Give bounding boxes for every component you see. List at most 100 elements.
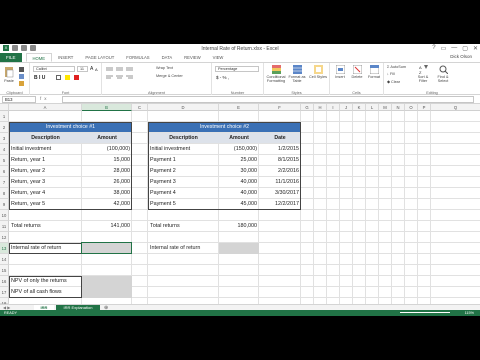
font-size-select[interactable]: 11 [77,66,88,72]
row-header[interactable]: 11 [0,221,9,232]
ribbon-display-icon[interactable]: ▭ [441,45,447,52]
table1-amount-cell[interactable]: 26,000 [82,177,132,187]
table1-description-cell[interactable]: Return, year 5 [9,199,82,209]
table1-description-cell[interactable]: Return, year 4 [9,188,82,198]
table2-amount-cell[interactable]: 25,000 [219,155,259,165]
copy-icon[interactable] [19,74,24,79]
number-format-select[interactable]: Percentage [215,66,259,72]
table1-amount-cell[interactable]: (100,000) [82,144,132,154]
alignment-buttons-icon[interactable] [106,67,146,83]
row-header[interactable]: 2 [0,122,9,133]
minimize-icon[interactable]: — [451,45,457,52]
row-header[interactable]: 4 [0,144,9,155]
table1-description-cell[interactable]: Return, year 2 [9,166,82,176]
column-header[interactable]: I [327,104,340,111]
format-cells-button[interactable]: Format [366,65,382,79]
table2-description-cell[interactable]: Payment 1 [148,155,219,165]
table2-amount-cell[interactable]: 40,000 [219,188,259,198]
zoom-level[interactable]: 115% [465,310,474,316]
row-header[interactable]: 3 [0,133,9,144]
column-header[interactable]: A [9,104,82,111]
table1-amount-cell[interactable]: 42,000 [82,199,132,209]
total1-label[interactable]: Total returns [9,221,82,231]
tab-review[interactable]: REVIEW [178,53,207,62]
help-icon[interactable]: ? [432,45,435,52]
row-header[interactable]: 8 [0,188,9,199]
row-header[interactable]: 10 [0,210,9,221]
wrap-text-button[interactable]: Wrap Text [156,66,173,70]
name-box[interactable]: B13 [2,96,36,103]
table1-amount-cell[interactable]: 15,000 [82,155,132,165]
total1-value[interactable]: 141,000 [82,221,132,231]
table2-description-cell[interactable]: Initial investment [148,144,219,154]
table2-date-cell[interactable]: 1/2/2015 [259,144,301,154]
row-header[interactable]: 9 [0,199,9,210]
column-header[interactable]: K [353,104,366,111]
row-header[interactable]: 16 [0,276,9,287]
npv-result-cells[interactable] [82,276,132,298]
tab-insert[interactable]: INSERT [52,53,79,62]
table2-description-cell[interactable]: Payment 5 [148,199,219,209]
column-header[interactable]: N [392,104,405,111]
column-header[interactable]: J [340,104,353,111]
row-header[interactable]: 6 [0,166,9,177]
column-header[interactable]: G [301,104,314,111]
font-color-icon[interactable] [74,75,79,80]
row-header[interactable]: 12 [0,232,9,243]
font-style-buttons[interactable]: B I U [34,75,45,81]
table2-description-cell[interactable]: Payment 2 [148,166,219,176]
autosum-button[interactable]: Σ AutoSum [387,65,406,69]
font-shrink-icon[interactable]: A [95,67,98,72]
table2-date-cell[interactable]: 2/2/2016 [259,166,301,176]
borders-icon[interactable] [56,75,61,80]
column-header[interactable]: F [259,104,301,111]
column-header[interactable]: B [82,104,132,111]
column-header[interactable]: P [418,104,431,111]
table2-date-cell[interactable]: 3/30/2017 [259,188,301,198]
table1-description-cell[interactable]: Return, year 1 [9,155,82,165]
cell-styles-button[interactable]: Cell Styles [308,65,328,79]
row-header[interactable]: 13 [0,243,9,254]
column-header[interactable]: O [405,104,418,111]
row-header[interactable]: 14 [0,254,9,265]
table2-description-cell[interactable]: Payment 4 [148,188,219,198]
table2-date-cell[interactable]: 8/1/2015 [259,155,301,165]
column-header[interactable]: E [219,104,259,111]
cut-icon[interactable] [19,67,24,72]
column-header[interactable]: C [132,104,148,111]
tab-page-layout[interactable]: PAGE LAYOUT [79,53,120,62]
insert-cells-button[interactable]: Insert [332,65,348,79]
tab-formulas[interactable]: FORMULAS [120,53,155,62]
merge-center-button[interactable]: Merge & Center [156,74,183,78]
table1-amount-cell[interactable]: 28,000 [82,166,132,176]
row-header[interactable]: 5 [0,155,9,166]
npv-returns-label[interactable]: NPV of only the returns [9,276,82,286]
table2-amount-cell[interactable]: (150,000) [219,144,259,154]
zoom-slider[interactable] [400,312,450,313]
table2-date-cell[interactable]: 11/1/2016 [259,177,301,187]
select-all-corner[interactable] [0,104,9,111]
user-name[interactable]: Dick Olson [450,54,472,59]
tab-file[interactable]: FILE [0,53,22,62]
irr2-result-cell[interactable] [219,243,259,254]
fill-button[interactable]: ↓ Fill [387,72,395,76]
tab-home[interactable]: HOME [25,53,53,62]
column-header[interactable]: L [366,104,379,111]
irr1-label[interactable]: Internal rate of return [9,243,82,253]
row-header[interactable]: 17 [0,287,9,298]
tab-data[interactable]: DATA [156,53,179,62]
row-header[interactable]: 15 [0,265,9,276]
row-header[interactable]: 7 [0,177,9,188]
column-header[interactable]: Q [431,104,480,111]
sort-filter-button[interactable]: AZ Sort & Filter [414,65,432,83]
table1-description-cell[interactable]: Return, year 3 [9,177,82,187]
format-painter-icon[interactable] [19,81,24,86]
total2-value[interactable]: 180,000 [219,221,259,231]
table2-amount-cell[interactable]: 30,000 [219,166,259,176]
npv-all-label[interactable]: NPV of all cash flows [9,287,82,297]
irr2-label[interactable]: Internal rate of return [148,243,219,253]
font-name-select[interactable]: Calibri [33,66,75,72]
table2-description-cell[interactable]: Payment 3 [148,177,219,187]
table2-amount-cell[interactable]: 45,000 [219,199,259,209]
column-header[interactable]: D [148,104,219,111]
